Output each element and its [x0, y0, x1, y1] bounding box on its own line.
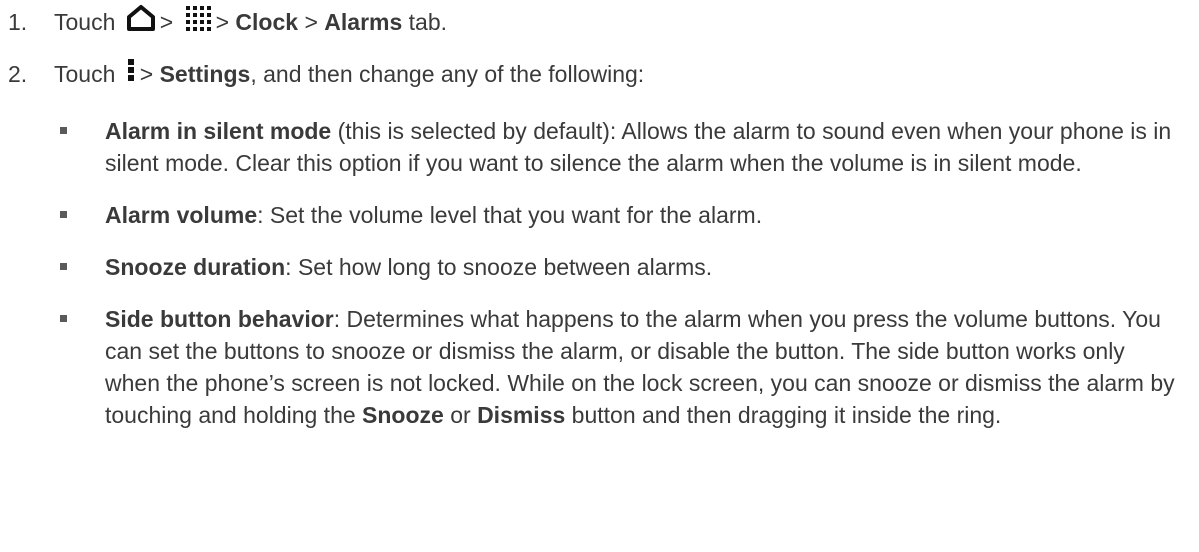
document: 1. Touch > > Clock > Alarms tab. 2. Touch [0, 0, 1199, 552]
step-text: , and then change any of the following: [250, 61, 645, 88]
separator: > [215, 9, 230, 36]
list-item: Alarm in silent mode (this is selected b… [0, 115, 1199, 179]
list-item-text: or [443, 402, 478, 428]
bullet-marker [60, 127, 67, 134]
step-text: Touch [54, 61, 116, 88]
alarms-label: Alarms [324, 9, 403, 36]
bullet-marker [60, 263, 67, 270]
step-number: 1. [8, 9, 28, 36]
snooze-label: Snooze [362, 402, 444, 428]
list-item-title: Side button behavior [105, 306, 334, 332]
step-number: 2. [8, 61, 28, 88]
bullet-marker [60, 211, 67, 218]
settings-list: Alarm in silent mode (this is selected b… [0, 115, 1199, 451]
list-item-text: button and then dragging it inside the r… [565, 402, 1002, 428]
list-item: Alarm volume: Set the volume level that … [0, 199, 1199, 231]
apps-grid-icon [184, 4, 212, 40]
step-1: 1. Touch > > Clock > Alarms tab. [0, 4, 448, 42]
list-item-text: : Set how long to snooze between alarms. [285, 254, 713, 280]
step-text: Touch [54, 9, 116, 36]
list-item: Snooze duration: Set how long to snooze … [0, 251, 1199, 283]
settings-label: Settings [159, 61, 251, 88]
dismiss-label: Dismiss [477, 402, 566, 428]
list-item: Side button behavior: Determines what ha… [0, 303, 1199, 431]
separator: > [304, 9, 318, 36]
overflow-menu-icon [126, 56, 136, 92]
list-item-title: Snooze duration [105, 254, 286, 280]
step-text: tab. [408, 9, 448, 36]
separator: > [159, 9, 174, 36]
list-item-text: : Set the volume level that you want for… [257, 202, 763, 228]
step-2: 2. Touch > Settings, and then change any … [0, 58, 644, 94]
list-item-title: Alarm volume [105, 202, 258, 228]
separator: > [139, 61, 154, 88]
clock-label: Clock [235, 9, 299, 36]
list-item-title: Alarm in silent mode [105, 118, 332, 144]
home-icon [126, 4, 156, 40]
bullet-marker [60, 315, 67, 322]
